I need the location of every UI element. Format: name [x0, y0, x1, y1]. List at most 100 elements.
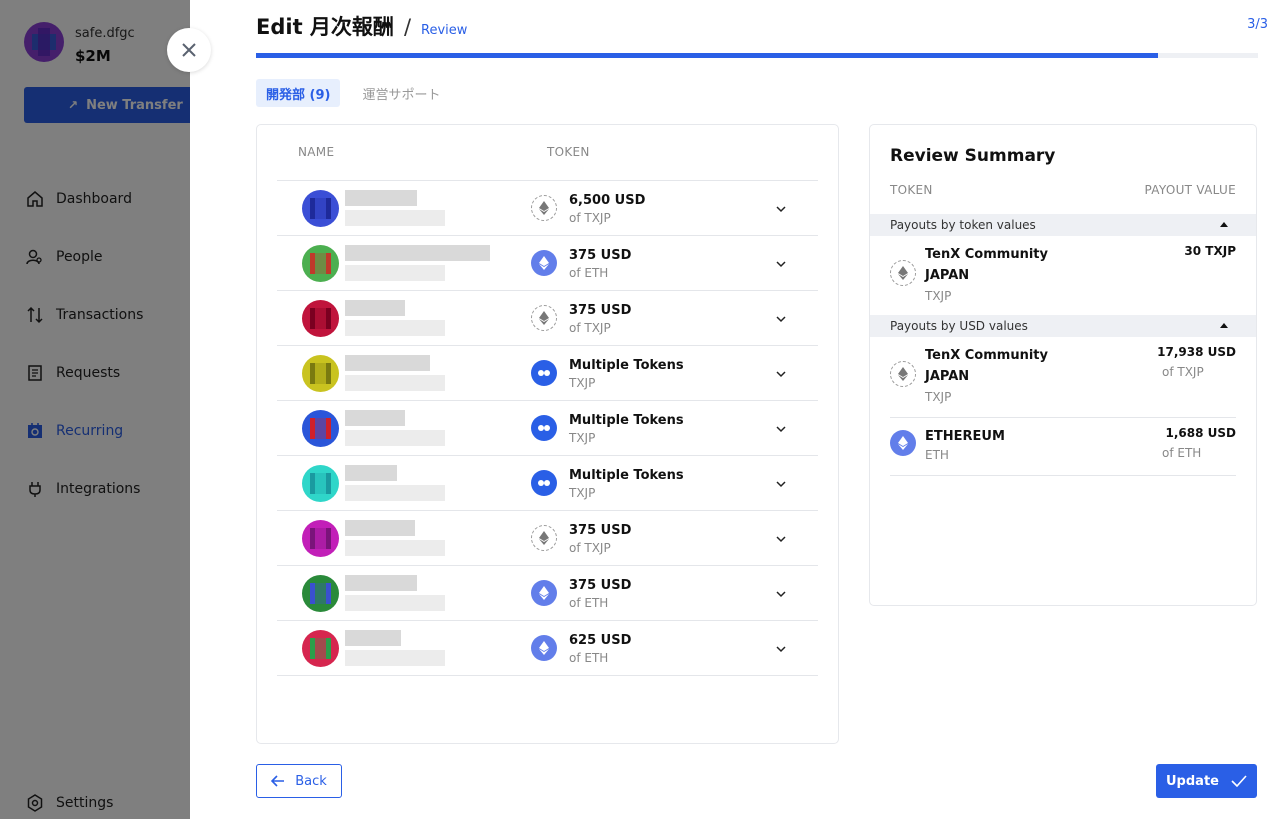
table-row[interactable]: 375 USD of TXJP: [277, 291, 818, 346]
avatar: [302, 245, 339, 282]
summary-usd-value: 1,688 USD: [1165, 426, 1236, 440]
edit-drawer: Edit 月次報酬 / Review 3/3 開発部 (9) 運営サポート NA…: [190, 0, 1280, 819]
payout-token: of TXJP: [569, 541, 611, 555]
payout-token: of ETH: [569, 651, 609, 665]
back-label: Back: [295, 773, 327, 789]
payout-amount: Multiple Tokens: [569, 413, 684, 428]
avatar: [302, 520, 339, 557]
redacted-name: [345, 465, 490, 503]
payout-token: of TXJP: [569, 211, 611, 225]
close-button[interactable]: [167, 28, 211, 72]
eth-token-icon: [531, 250, 557, 276]
chevron-down-icon[interactable]: [773, 476, 789, 492]
table-row[interactable]: 625 USD of ETH: [277, 621, 818, 676]
payout-token: of ETH: [569, 266, 609, 280]
payout-token: TXJP: [569, 431, 596, 445]
table-row[interactable]: 375 USD of ETH: [277, 566, 818, 621]
update-button[interactable]: Update: [1156, 764, 1257, 798]
step-count: 3/3: [1247, 17, 1268, 32]
table-row[interactable]: 375 USD of ETH: [277, 236, 818, 291]
payout-amount: 625 USD: [569, 633, 632, 648]
team-tabs: 開発部 (9) 運営サポート: [256, 79, 462, 107]
avatar: [302, 465, 339, 502]
update-label: Update: [1166, 773, 1219, 789]
summary-row: ETHEREUM ETH 1,688 USD of ETH: [890, 426, 1236, 470]
chevron-down-icon[interactable]: [773, 366, 789, 382]
close-icon: [182, 43, 196, 57]
payout-amount: 6,500 USD: [569, 193, 646, 208]
txjp-token-icon: [531, 195, 557, 221]
chevron-down-icon[interactable]: [773, 531, 789, 547]
review-summary-card: Review Summary TOKEN PAYOUT VALUE Payout…: [869, 124, 1257, 606]
payout-token: of TXJP: [569, 321, 611, 335]
tab-development[interactable]: 開発部 (9): [256, 79, 341, 107]
chevron-down-icon[interactable]: [773, 641, 789, 657]
check-icon: [1231, 775, 1247, 787]
summary-usd-value-token: of TXJP: [1162, 365, 1204, 379]
summary-row: TenX Community JAPAN TXJP 17,938 USD of …: [890, 345, 1236, 407]
title-text: Edit 月次報酬: [256, 15, 394, 39]
multiple-tokens-icon: [531, 415, 557, 441]
group-label: Payouts by USD values: [890, 319, 1028, 333]
eth-token-icon: [531, 580, 557, 606]
avatar: [302, 575, 339, 612]
table-row[interactable]: Multiple Tokens TXJP: [277, 456, 818, 511]
redacted-name: [345, 410, 490, 448]
eth-token-icon: [890, 430, 916, 456]
chevron-down-icon[interactable]: [773, 586, 789, 602]
payout-amount: Multiple Tokens: [569, 358, 684, 373]
summary-title: Review Summary: [890, 146, 1056, 166]
group-toggle-token-values[interactable]: Payouts by token values: [870, 214, 1256, 236]
summary-token-name: ETHEREUM: [925, 429, 1005, 444]
chevron-down-icon[interactable]: [773, 201, 789, 217]
avatar: [302, 355, 339, 392]
chevron-down-icon[interactable]: [773, 311, 789, 327]
payout-amount: Multiple Tokens: [569, 468, 684, 483]
table-row[interactable]: 6,500 USD of TXJP: [277, 181, 818, 236]
summary-usd-value: 17,938 USD: [1157, 345, 1236, 359]
title-separator: /: [403, 15, 412, 39]
payout-amount: 375 USD: [569, 578, 632, 593]
payout-amount: 375 USD: [569, 303, 632, 318]
payout-token: TXJP: [569, 376, 596, 390]
redacted-name: [345, 630, 490, 668]
payees-list-card: NAME TOKEN 6,500 USD of TXJP 375 USD of ETH…: [256, 124, 839, 744]
back-button[interactable]: Back: [256, 764, 342, 798]
caret-up-icon: [1220, 323, 1228, 328]
table-row[interactable]: 375 USD of TXJP: [277, 511, 818, 566]
payout-token: TXJP: [569, 486, 596, 500]
redacted-name: [345, 520, 490, 558]
summary-row: TenX Community JAPAN TXJP 30 TXJP: [890, 244, 1236, 306]
chevron-down-icon[interactable]: [773, 256, 789, 272]
txjp-token-icon: [890, 260, 916, 286]
progress-fill: [256, 53, 1158, 58]
chevron-down-icon[interactable]: [773, 421, 789, 437]
redacted-name: [345, 245, 490, 283]
table-row[interactable]: Multiple Tokens TXJP: [277, 401, 818, 456]
column-header-token: TOKEN: [547, 145, 590, 159]
tab-operations-support[interactable]: 運営サポート: [352, 79, 450, 107]
multiple-tokens-icon: [531, 470, 557, 496]
payees-table: 6,500 USD of TXJP 375 USD of ETH 375 USD of T…: [277, 180, 818, 676]
divider: [890, 417, 1236, 418]
redacted-name: [345, 300, 490, 338]
payout-token: of ETH: [569, 596, 609, 610]
payout-amount: 375 USD: [569, 248, 632, 263]
summary-token-value: 30 TXJP: [1184, 244, 1236, 258]
eth-token-icon: [531, 635, 557, 661]
redacted-name: [345, 190, 490, 228]
summary-token-name: TenX Community JAPAN: [925, 247, 1048, 283]
group-toggle-usd-values[interactable]: Payouts by USD values: [870, 315, 1256, 337]
summary-token-symbol: ETH: [925, 448, 949, 462]
txjp-token-icon: [890, 361, 916, 387]
multiple-tokens-icon: [531, 360, 557, 386]
arrow-left-icon: [271, 775, 285, 787]
summary-header-token: TOKEN: [890, 183, 933, 197]
redacted-name: [345, 355, 490, 393]
redacted-name: [345, 575, 490, 613]
avatar: [302, 630, 339, 667]
table-row[interactable]: Multiple Tokens TXJP: [277, 346, 818, 401]
caret-up-icon: [1220, 222, 1228, 227]
payout-amount: 375 USD: [569, 523, 632, 538]
group-label: Payouts by token values: [890, 218, 1036, 232]
